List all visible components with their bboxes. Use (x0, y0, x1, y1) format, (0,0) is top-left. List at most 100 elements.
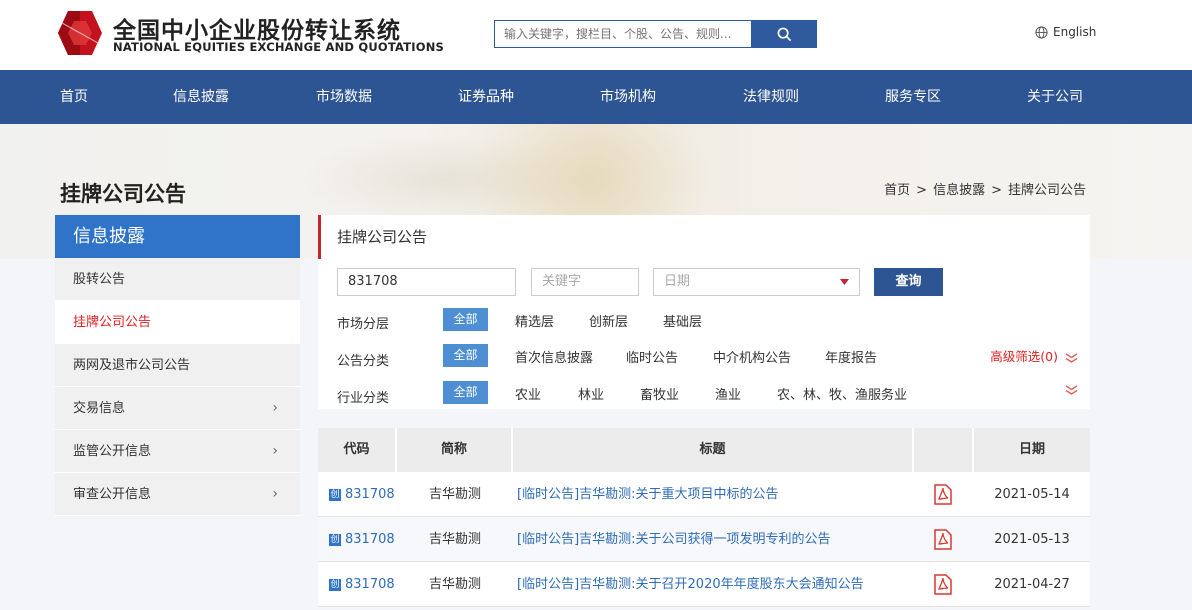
chevron-right-icon: › (272, 400, 278, 416)
breadcrumb-separator: > (991, 183, 1002, 198)
industry-option[interactable]: 农业 (515, 384, 541, 403)
market-tier-option[interactable]: 创新层 (589, 311, 628, 330)
industry-all-chip[interactable]: 全部 (443, 381, 488, 404)
industry-option[interactable]: 林业 (578, 384, 604, 403)
sidebar-item-label: 股转公告 (73, 272, 126, 287)
date-placeholder: 日期 (664, 274, 691, 289)
caret-down-icon (840, 279, 849, 285)
industry-option[interactable]: 农、林、牧、渔服务业 (777, 384, 907, 403)
nav-item-securities[interactable]: 证券品种 (458, 70, 514, 124)
breadcrumb-item-disclosure[interactable]: 信息披露 (933, 183, 985, 198)
row-code[interactable]: 创 831708 (329, 562, 395, 607)
row-code[interactable]: 创 831708 (329, 517, 395, 562)
sidebar-item-listed-company[interactable]: 挂牌公司公告 (55, 301, 300, 344)
new-badge-icon: 创 (329, 488, 341, 501)
breadcrumb-item-home[interactable]: 首页 (884, 183, 910, 198)
sidebar-item-regulatory[interactable]: 监管公开信息 › (55, 430, 300, 473)
sidebar-item-label: 两网及退市公司公告 (73, 358, 191, 373)
market-tier-option[interactable]: 精选层 (515, 311, 554, 330)
announcement-type-option[interactable]: 临时公告 (626, 347, 678, 366)
pdf-icon[interactable] (934, 529, 952, 550)
row-name: 吉华勘测 (428, 577, 481, 592)
market-tier-all-chip[interactable]: 全部 (443, 308, 488, 331)
query-button[interactable]: 查询 (874, 268, 943, 296)
announcement-type-option[interactable]: 首次信息披露 (515, 347, 593, 366)
double-chevron-down-icon[interactable] (1065, 385, 1078, 395)
row-title-link[interactable]: [临时公告]吉华勘测:关于重大项目中标的公告 (517, 472, 779, 517)
column-header-code: 代码 (318, 428, 397, 472)
row-date: 2021-05-13 (994, 532, 1070, 547)
main-nav: 首页 信息披露 市场数据 证券品种 市场机构 法律规则 服务专区 关于公司 (0, 70, 1192, 124)
column-header-name: 简称 (397, 428, 513, 472)
sidebar-item-label: 交易信息 (73, 401, 126, 416)
sidebar-item-announcements[interactable]: 股转公告 (55, 258, 300, 301)
breadcrumb-separator: > (916, 183, 928, 198)
new-badge-icon: 创 (329, 533, 341, 546)
keyword-input[interactable]: 关键字 (531, 268, 639, 296)
code-input[interactable]: 831708 (337, 268, 516, 296)
double-chevron-down-icon (1065, 352, 1078, 363)
nav-item-about[interactable]: 关于公司 (1027, 70, 1083, 124)
language-switch[interactable]: English (1035, 25, 1096, 39)
row-date: 2021-04-27 (994, 577, 1070, 592)
row-code[interactable]: 创 831708 (329, 472, 395, 517)
row-title-link[interactable]: [临时公告]吉华勘测:关于公司获得一项发明专利的公告 (517, 517, 831, 562)
neeq-logo-icon[interactable] (56, 9, 104, 57)
row-name: 吉华勘测 (428, 487, 481, 502)
market-tier-label: 市场分层 (337, 317, 390, 332)
search-icon (777, 27, 791, 41)
breadcrumb: 首页 > 信息披露 > 挂牌公司公告 (884, 179, 1086, 198)
column-header-file (914, 428, 974, 472)
pdf-icon[interactable] (934, 484, 952, 505)
row-title-link[interactable]: [临时公告]吉华勘测:关于召开2020年年度股东大会通知公告 (517, 562, 864, 607)
column-header-title: 标题 (513, 428, 914, 472)
page-title: 挂牌公司公告 (60, 182, 186, 206)
sidebar-item-trading-info[interactable]: 交易信息 › (55, 387, 300, 430)
globe-icon (1035, 25, 1048, 39)
nav-item-institutions[interactable]: 市场机构 (600, 70, 656, 124)
search-input[interactable] (494, 20, 752, 48)
sidebar-item-delisted[interactable]: 两网及退市公司公告 (55, 344, 300, 387)
search-button[interactable] (751, 20, 817, 48)
sidebar-item-label: 审查公开信息 (73, 487, 152, 502)
site-header: 全国中小企业股份转让系统 NATIONAL EQUITIES EXCHANGE … (0, 0, 1192, 70)
filter-panel: 挂牌公司公告 831708 关键字 日期 查询 市场分层 全部 精选层 创新层 … (318, 215, 1090, 409)
industry-label: 行业分类 (337, 391, 390, 406)
row-date: 2021-05-14 (994, 487, 1070, 502)
column-header-date: 日期 (1018, 442, 1045, 457)
industry-option[interactable]: 渔业 (715, 384, 741, 403)
new-badge-icon: 创 (329, 578, 341, 591)
breadcrumb-item-current: 挂牌公司公告 (1007, 183, 1086, 198)
date-picker[interactable]: 日期 (653, 268, 860, 296)
announcement-type-option[interactable]: 中介机构公告 (713, 347, 791, 366)
table-row: 创 831708 吉华勘测 [临时公告]吉华勘测:关于公司获得一项发明专利的公告… (318, 517, 1090, 562)
announcement-type-option[interactable]: 年度报告 (825, 347, 877, 366)
sidebar-heading: 信息披露 (55, 215, 300, 258)
row-code-text: 831708 (345, 487, 395, 502)
panel-title: 挂牌公司公告 (318, 215, 427, 259)
row-name: 吉华勘测 (428, 532, 481, 547)
advanced-filter-label: 高级筛选(0) (990, 349, 1059, 364)
sidebar-item-review[interactable]: 审查公开信息 › (55, 473, 300, 516)
market-tier-option[interactable]: 基础层 (663, 311, 702, 330)
chevron-right-icon: › (272, 486, 278, 502)
logo-title-en[interactable]: NATIONAL EQUITIES EXCHANGE AND QUOTATION… (113, 40, 444, 54)
sidebar-item-label: 监管公开信息 (73, 444, 152, 459)
language-label: English (1053, 25, 1097, 39)
nav-item-services[interactable]: 服务专区 (885, 70, 941, 124)
advanced-filter-toggle[interactable]: 高级筛选(0) (990, 346, 1078, 365)
pdf-icon[interactable] (934, 574, 952, 595)
table-header: 代码 简称 标题 日期 (318, 428, 1090, 472)
table-row: 创 831708 吉华勘测 [临时公告]吉华勘测:关于召开2020年年度股东大会… (318, 562, 1090, 607)
nav-item-rules[interactable]: 法律规则 (743, 70, 799, 124)
announcement-type-all-chip[interactable]: 全部 (443, 344, 488, 367)
chevron-right-icon: › (272, 443, 278, 459)
nav-item-disclosure[interactable]: 信息披露 (173, 70, 229, 124)
sidebar-item-label: 挂牌公司公告 (73, 315, 152, 330)
industry-option[interactable]: 畜牧业 (640, 384, 679, 403)
nav-item-market-data[interactable]: 市场数据 (316, 70, 372, 124)
row-code-text: 831708 (345, 532, 395, 547)
nav-item-home[interactable]: 首页 (60, 70, 88, 124)
announcement-type-label: 公告分类 (337, 354, 390, 369)
row-code-text: 831708 (345, 577, 395, 592)
